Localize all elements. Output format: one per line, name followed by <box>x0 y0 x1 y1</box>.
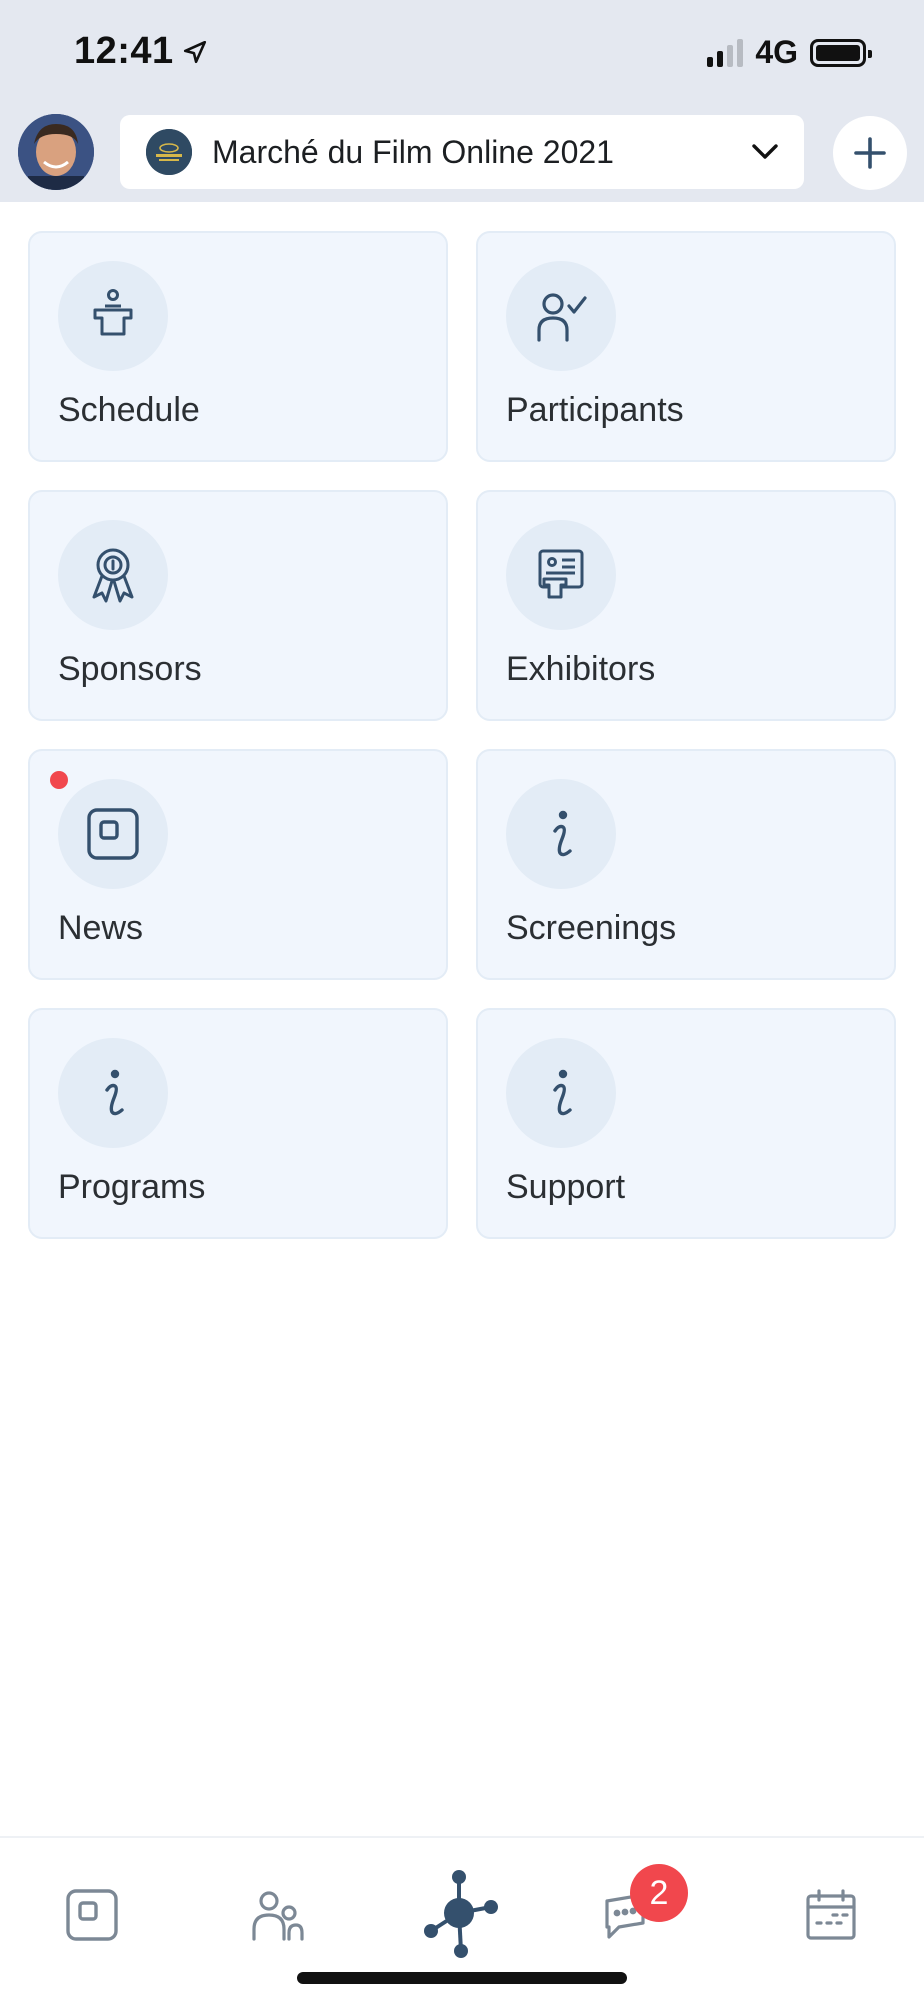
exhibitor-booth-icon <box>506 520 616 630</box>
chevron-down-icon <box>750 137 780 167</box>
tile-support[interactable]: Support <box>476 1008 896 1239</box>
tile-screenings[interactable]: Screenings <box>476 749 896 980</box>
location-arrow-icon <box>183 40 206 63</box>
info-icon <box>506 1038 616 1148</box>
tile-label: Participants <box>506 391 684 429</box>
people-icon <box>252 1891 304 1941</box>
battery-icon <box>810 38 872 67</box>
plus-icon <box>854 137 886 169</box>
podium-icon <box>58 261 168 371</box>
notification-dot <box>50 771 68 789</box>
tile-programs[interactable]: Programs <box>28 1008 448 1239</box>
home-indicator[interactable] <box>297 1972 627 1984</box>
hub-network-icon <box>424 1870 498 1958</box>
network-type: 4G <box>755 34 798 70</box>
tile-schedule[interactable]: Schedule <box>28 231 448 462</box>
news-square-icon <box>66 1889 118 1941</box>
status-time-text: 12:41 <box>74 30 174 72</box>
tab-people[interactable] <box>222 1860 332 1970</box>
tab-hub[interactable] <box>406 1860 516 1970</box>
info-icon <box>58 1038 168 1148</box>
tab-news[interactable] <box>37 1860 147 1970</box>
tile-label: Screenings <box>506 909 677 947</box>
award-ribbon-icon <box>58 520 168 630</box>
tile-label: Schedule <box>58 391 200 429</box>
tile-sponsors[interactable]: Sponsors <box>28 490 448 721</box>
event-selector[interactable]: Marché du Film Online 2021 <box>120 115 804 189</box>
status-indicators: 4G <box>707 34 872 71</box>
event-name: Marché du Film Online 2021 <box>212 133 614 170</box>
tab-calendar[interactable] <box>776 1860 886 1970</box>
chat-unread-badge: 2 <box>630 1864 688 1922</box>
calendar-icon <box>806 1889 856 1940</box>
tile-label: Exhibitors <box>506 650 656 688</box>
tile-label: Programs <box>58 1168 206 1206</box>
person-check-icon <box>506 261 616 371</box>
tile-participants[interactable]: Participants <box>476 231 896 462</box>
feature-grid: Schedule Participants Sponsors Exhibitor… <box>28 231 896 1239</box>
tile-label: News <box>58 909 144 947</box>
tile-label: Sponsors <box>58 650 202 688</box>
app-header: 12:41 4G Marché du Film Online 2021 <box>0 0 924 202</box>
event-logo <box>146 129 192 175</box>
tile-news[interactable]: News <box>28 749 448 980</box>
signal-icon <box>707 38 744 67</box>
avatar[interactable] <box>18 114 94 190</box>
status-time: 12:41 <box>74 30 208 73</box>
news-square-icon <box>58 779 168 889</box>
add-button[interactable] <box>833 116 907 190</box>
info-icon <box>506 779 616 889</box>
tile-exhibitors[interactable]: Exhibitors <box>476 490 896 721</box>
tile-label: Support <box>506 1168 626 1206</box>
